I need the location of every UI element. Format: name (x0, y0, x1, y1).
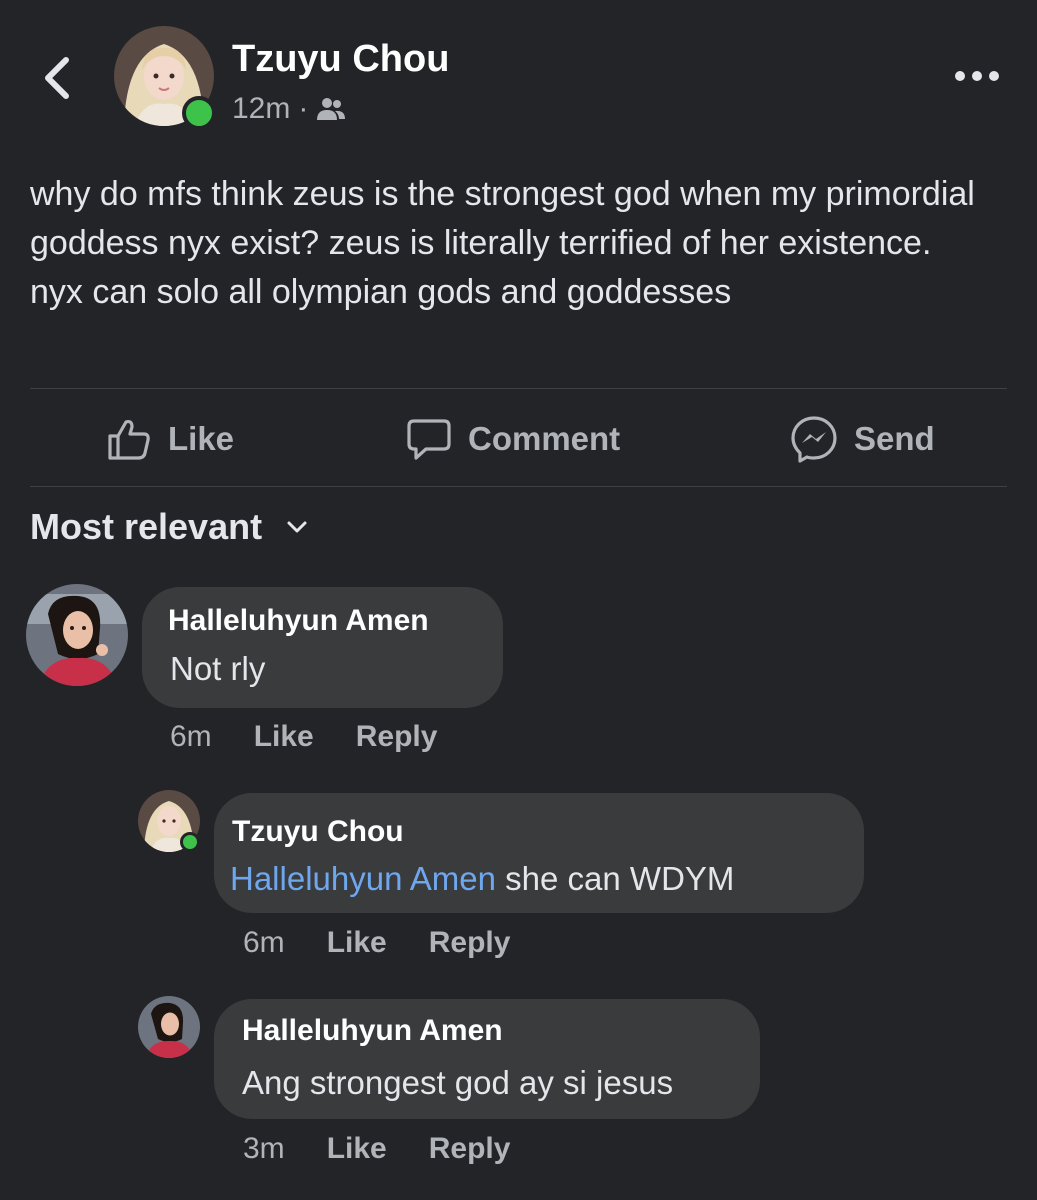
comment-sort-dropdown[interactable]: Most relevant (30, 506, 308, 548)
like-label: Like (168, 420, 235, 457)
comment-text: Halleluhyun Amen she can WDYM (230, 860, 734, 898)
thumbs-up-icon (108, 419, 150, 460)
send-label: Send (854, 420, 935, 457)
comment-time[interactable]: 6m (170, 720, 212, 754)
friends-icon (317, 98, 346, 120)
sort-label: Most relevant (30, 506, 263, 547)
meta-separator: · (298, 92, 309, 125)
comment-text: Not rly (170, 650, 266, 687)
post-meta: 12m · (232, 92, 346, 126)
comment-reply-button[interactable]: Reply (429, 1132, 511, 1166)
more-options-button[interactable] (955, 66, 999, 86)
post-text: why do mfs think zeus is the strongest g… (30, 175, 975, 311)
post-author-name[interactable]: Tzuyu Chou (232, 38, 449, 81)
divider (30, 486, 1007, 487)
back-button[interactable] (36, 52, 80, 104)
divider (30, 388, 1007, 389)
more-dot-icon (972, 71, 982, 81)
comment-icon (407, 419, 451, 460)
comment-meta: 3m Like Reply (243, 1132, 510, 1166)
more-dot-icon (955, 71, 965, 81)
comment-time[interactable]: 6m (243, 926, 285, 960)
comment-meta: 6m Like Reply (243, 926, 510, 960)
chevron-down-icon (287, 521, 307, 533)
comment-mention-link[interactable]: Halleluhyun Amen (230, 860, 496, 897)
comment-time[interactable]: 3m (243, 1132, 285, 1166)
comment-author[interactable]: Tzuyu Chou (232, 815, 404, 849)
like-button[interactable]: Like (106, 412, 234, 466)
comment-author[interactable]: Halleluhyun Amen (242, 1014, 503, 1048)
online-status-dot (180, 832, 200, 852)
comment-like-button[interactable]: Like (254, 720, 314, 754)
post-page: Tzuyu Chou 12m · why do mfs think zeus i… (0, 0, 1037, 1200)
post-time[interactable]: 12m (232, 92, 290, 126)
comment-label: Comment (468, 420, 621, 457)
commenter-avatar[interactable] (138, 996, 200, 1058)
comment-author[interactable]: Halleluhyun Amen (168, 604, 429, 638)
comment-text-body: she can WDYM (496, 860, 735, 897)
commenter-avatar[interactable] (26, 584, 128, 686)
comment-like-button[interactable]: Like (327, 926, 387, 960)
chevron-left-icon (45, 57, 69, 99)
comment-reply-button[interactable]: Reply (429, 926, 511, 960)
comment-button[interactable]: Comment (406, 412, 620, 466)
messenger-icon (791, 416, 837, 463)
comment-reply-button[interactable]: Reply (356, 720, 438, 754)
comment-meta: 6m Like Reply (170, 720, 437, 754)
online-status-dot (182, 96, 216, 130)
send-button[interactable]: Send (790, 412, 935, 466)
comment-like-button[interactable]: Like (327, 1132, 387, 1166)
comment-text: Ang strongest god ay si jesus (242, 1064, 674, 1101)
more-dot-icon (989, 71, 999, 81)
